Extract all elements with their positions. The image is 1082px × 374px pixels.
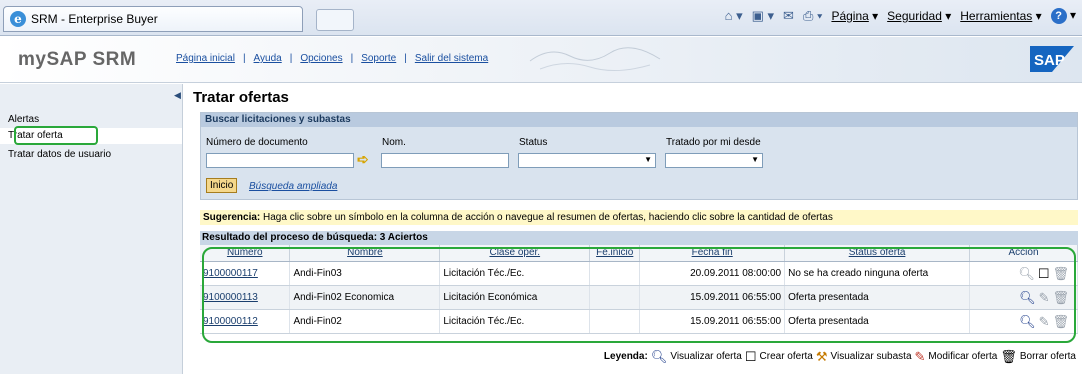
world-map-graphic [529, 47, 661, 71]
sap-logo: SAP [1030, 46, 1074, 72]
label-document-number: Número de documento [206, 137, 308, 148]
legend: Leyenda: 🔍︎ Visualizar oferta ☐ Crear ofer… [604, 350, 1076, 363]
view-offer-icon: 🔍︎ [650, 349, 668, 364]
label-name: Nom. [382, 137, 406, 148]
tratado-select[interactable]: ▼ [665, 153, 763, 168]
browser-toolbar: e SRM - Enterprise Buyer ⌂ ▾ ▣ ▾ ✉ ⎙ ▾ P… [0, 0, 1082, 36]
highlight-box-nav [14, 126, 98, 145]
menu-seguridad[interactable]: Seguridad ▾ [887, 9, 951, 23]
delete-offer-icon: 🗑︎ [1000, 349, 1017, 364]
label-tratado: Tratado por mi desde [666, 137, 761, 148]
link-opciones[interactable]: Opciones [300, 53, 342, 64]
sidebar-item-alertas[interactable]: Alertas [8, 114, 39, 125]
modify-offer-icon: ✎ [914, 349, 926, 364]
menu-pagina[interactable]: Página ▾ [831, 9, 878, 23]
top-links: Página inicial | Ayuda | Opciones | Soporte… [176, 53, 489, 64]
status-select[interactable]: ▼ [518, 153, 656, 168]
document-number-input[interactable] [206, 153, 354, 168]
label-status: Status [519, 137, 548, 148]
page-title: Tratar ofertas [193, 89, 289, 106]
new-tab-button[interactable] [316, 9, 354, 31]
highlight-box-results [202, 247, 1076, 343]
collapse-icon[interactable]: ◀ [174, 90, 181, 101]
hint-text: Haga clic sobre un símbolo en la columna… [260, 212, 833, 223]
feeds-icon[interactable]: ▣ ▾ [752, 8, 774, 24]
help-icon[interactable]: ? ▾ [1050, 8, 1076, 24]
chevron-down-icon: ▼ [751, 155, 759, 164]
hint-bar: Sugerencia: Haga clic sobre un símbolo e… [200, 210, 1078, 225]
command-bar: ⌂ ▾ ▣ ▾ ✉ ⎙ ▾ Página ▾ Seguridad ▾ Herra… [725, 8, 1076, 24]
arrow-right-icon[interactable]: ➪ [357, 151, 369, 168]
legend-create-offer: Crear oferta [759, 351, 813, 362]
link-ayuda[interactable]: Ayuda [254, 53, 282, 64]
link-salir[interactable]: Salir del sistema [415, 53, 488, 64]
chevron-down-icon: ▼ [644, 155, 652, 164]
tab-title: SRM - Enterprise Buyer [31, 12, 158, 26]
legend-view-auction: Visualizar subasta [830, 351, 912, 362]
results-header: Resultado del proceso de búsqueda: 3 Aci… [200, 231, 1078, 245]
sidebar-item-datos-usuario[interactable]: Tratar datos de usuario [8, 149, 111, 160]
menu-herramientas[interactable]: Herramientas ▾ [960, 9, 1041, 23]
home-icon[interactable]: ⌂ ▾ [725, 8, 743, 24]
sap-header: mySAP SRM Página inicial | Ayuda | Opcione… [0, 37, 1082, 83]
print-icon[interactable]: ⎙ ▾ [803, 8, 822, 24]
view-auction-icon: ⚒ [815, 349, 828, 364]
advanced-search-link[interactable]: Búsqueda ampliada [249, 181, 337, 192]
name-input[interactable] [381, 153, 509, 168]
brand-title: mySAP SRM [18, 49, 137, 70]
legend-view-offer: Visualizar oferta [670, 351, 742, 362]
search-panel: Buscar licitaciones y subastas Número de… [200, 112, 1078, 200]
link-soporte[interactable]: Soporte [361, 53, 396, 64]
search-panel-header: Buscar licitaciones y subastas [201, 113, 1077, 127]
legend-delete-offer: Borrar oferta [1019, 351, 1076, 362]
legend-modify-offer: Modificar oferta [928, 351, 998, 362]
mail-icon[interactable]: ✉ [783, 8, 794, 24]
svg-text:SAP: SAP [1034, 52, 1065, 69]
create-offer-icon: ☐ [744, 349, 757, 364]
legend-title: Leyenda: [603, 351, 648, 362]
start-button[interactable]: Inicio [206, 178, 238, 193]
hint-prefix: Sugerencia: [203, 212, 261, 223]
browser-tab[interactable]: e SRM - Enterprise Buyer [3, 6, 303, 32]
link-pagina-inicial[interactable]: Página inicial [176, 53, 235, 64]
ie-icon: e [10, 11, 26, 27]
